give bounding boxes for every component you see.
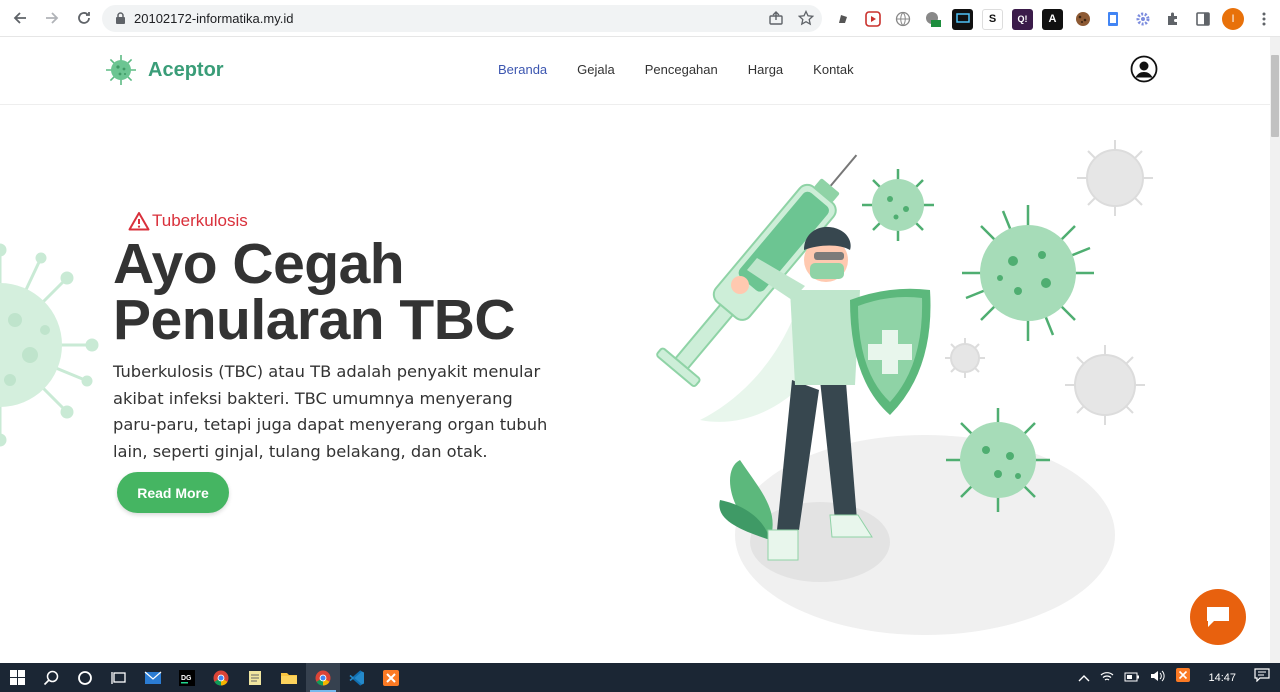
brand-name: Aceptor bbox=[148, 58, 224, 81]
shield bbox=[850, 288, 931, 415]
share-icon[interactable] bbox=[768, 10, 784, 31]
nav-beranda[interactable]: Beranda bbox=[498, 62, 547, 77]
gear-ext-icon[interactable] bbox=[1132, 9, 1153, 30]
hero-title: Ayo Cegah Penularan TBC bbox=[113, 236, 583, 349]
hero-title-line1: Ayo Cegah bbox=[113, 232, 405, 296]
volume-icon[interactable] bbox=[1150, 669, 1166, 687]
url-text: 20102172-informatika.my.id bbox=[134, 11, 294, 26]
chrome-icon[interactable] bbox=[204, 663, 238, 692]
nav-kontak[interactable]: Kontak bbox=[813, 62, 853, 77]
search-icon[interactable] bbox=[34, 663, 68, 692]
hero-description: Tuberkulosis (TBC) atau TB adalah penyak… bbox=[113, 362, 548, 461]
q-ext-icon[interactable]: Q! bbox=[1012, 8, 1033, 30]
vscode-icon[interactable] bbox=[340, 663, 374, 692]
chat-bubble-icon bbox=[1207, 607, 1229, 627]
doc-ext-icon[interactable] bbox=[1102, 9, 1123, 30]
xampp-tray-icon[interactable] bbox=[1176, 668, 1191, 687]
s-ext-icon[interactable]: S bbox=[982, 8, 1003, 30]
hero-tag-text: Tuberkulosis bbox=[152, 211, 248, 230]
xampp-icon[interactable] bbox=[374, 663, 408, 692]
datagrip-icon[interactable]: DG bbox=[170, 663, 204, 692]
a-ext-icon[interactable]: A bbox=[1042, 8, 1063, 30]
pen-ext-icon[interactable] bbox=[832, 9, 853, 30]
file-explorer-icon[interactable] bbox=[272, 663, 306, 692]
wifi-icon[interactable] bbox=[1100, 669, 1114, 687]
main-navigation: Beranda Gejala Pencegahan Harga Kontak bbox=[498, 62, 854, 77]
virus-background-icon bbox=[0, 243, 99, 447]
nav-harga[interactable]: Harga bbox=[748, 62, 783, 77]
nav-gejala[interactable]: Gejala bbox=[577, 62, 615, 77]
battery-icon[interactable] bbox=[1124, 669, 1140, 687]
read-more-button[interactable]: Read More bbox=[117, 472, 229, 513]
chevron-up-icon[interactable] bbox=[1078, 669, 1090, 687]
forward-button[interactable] bbox=[38, 4, 66, 32]
notepad-icon[interactable] bbox=[238, 663, 272, 692]
plant bbox=[719, 460, 773, 540]
bookmark-star-icon[interactable] bbox=[797, 9, 815, 31]
profile-avatar[interactable]: I bbox=[1222, 8, 1244, 30]
play-ext-icon[interactable] bbox=[862, 9, 883, 30]
notification-icon[interactable] bbox=[1254, 668, 1270, 687]
puzzle-icon[interactable] bbox=[1162, 9, 1183, 30]
warning-icon bbox=[128, 212, 150, 231]
user-account-icon[interactable] bbox=[1130, 55, 1158, 88]
nav-pencegahan[interactable]: Pencegahan bbox=[645, 62, 718, 77]
clock[interactable]: 14:47 bbox=[1208, 672, 1236, 684]
back-arrow-icon bbox=[13, 12, 26, 24]
cookie-ext-icon[interactable] bbox=[1072, 9, 1093, 30]
extensions-bar: S Q! A I bbox=[832, 8, 1274, 30]
chat-button[interactable] bbox=[1190, 589, 1246, 645]
task-view-icon[interactable] bbox=[102, 663, 136, 692]
windows-taskbar: DG 14:47 bbox=[0, 663, 1280, 692]
cloud-ext-icon[interactable] bbox=[922, 9, 943, 30]
address-bar[interactable]: 20102172-informatika.my.id bbox=[102, 5, 822, 32]
page-scrollbar[interactable] bbox=[1270, 37, 1280, 663]
site-header: Aceptor Beranda Gejala Pencegahan Harga … bbox=[0, 37, 1270, 105]
screen-ext-icon[interactable] bbox=[952, 8, 973, 30]
mail-icon[interactable] bbox=[136, 663, 170, 692]
chrome-active-icon[interactable] bbox=[306, 663, 340, 692]
hero-tag: Tuberkulosis bbox=[128, 211, 248, 231]
virus-logo-icon bbox=[106, 55, 136, 85]
reload-button[interactable] bbox=[70, 4, 98, 32]
svg-text:DG: DG bbox=[181, 675, 192, 682]
doctor-illustration bbox=[656, 140, 1153, 635]
menu-kebab-icon[interactable] bbox=[1253, 9, 1274, 30]
reload-icon bbox=[78, 12, 90, 24]
lock-icon bbox=[112, 11, 128, 27]
cortana-icon[interactable] bbox=[68, 663, 102, 692]
windows-start-icon[interactable] bbox=[0, 663, 34, 692]
brand-logo[interactable]: Aceptor bbox=[104, 53, 224, 87]
back-button[interactable] bbox=[6, 4, 34, 32]
sidepanel-icon[interactable] bbox=[1192, 9, 1213, 30]
globe-ext-icon[interactable] bbox=[892, 9, 913, 30]
scroll-thumb[interactable] bbox=[1271, 55, 1279, 137]
system-tray: 14:47 bbox=[1078, 663, 1270, 692]
forward-arrow-icon bbox=[46, 12, 59, 24]
hero-title-line2: Penularan TBC bbox=[113, 288, 516, 352]
